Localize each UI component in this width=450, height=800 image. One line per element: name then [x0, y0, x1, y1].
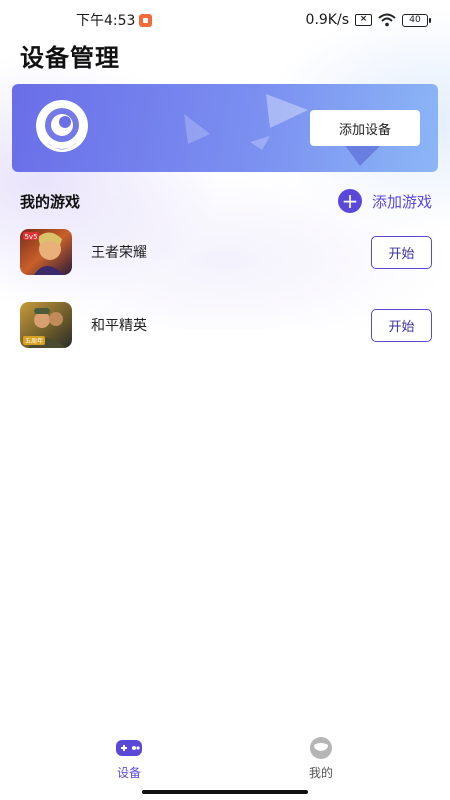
tab-devices-label: 设备: [116, 766, 141, 780]
device-banner: 添加设备: [12, 84, 438, 172]
add-device-button[interactable]: 添加设备: [310, 110, 420, 146]
add-game-button[interactable]: + 添加游戏: [337, 189, 432, 213]
screen-record-icon: [139, 13, 153, 27]
device-logo-icon: [36, 100, 88, 152]
game-name: 和平精英: [91, 318, 147, 334]
tab-devices[interactable]: 设备: [89, 736, 169, 781]
status-bar: 下午4:53 0.9K/s × 40: [0, 0, 450, 40]
svg-text:五周年: 五周年: [25, 337, 43, 345]
status-right: 0.9K/s × 40: [305, 12, 431, 28]
section-title: 我的游戏: [20, 192, 81, 211]
bottom-nav: 设备 我的: [0, 736, 450, 784]
status-time: 下午4:53: [76, 13, 136, 29]
network-speed: 0.9K/s: [305, 12, 349, 28]
home-indicator[interactable]: [142, 790, 308, 794]
add-game-label: 添加游戏: [371, 192, 432, 211]
list-item[interactable]: 5v5 王者荣耀 开始: [20, 229, 432, 275]
wifi-icon: [378, 13, 396, 27]
start-button[interactable]: 开始: [371, 308, 432, 342]
game-for-peace-icon: 五周年: [20, 302, 72, 348]
decor-triangle-icon: [266, 94, 308, 128]
status-left: 下午4:53: [76, 10, 153, 30]
honor-of-kings-icon: 5v5: [20, 229, 72, 275]
games-section-header: 我的游戏 + 添加游戏: [20, 188, 432, 214]
game-name: 王者荣耀: [91, 245, 147, 261]
battery-icon: 40: [402, 13, 431, 27]
tab-mine[interactable]: 我的: [281, 736, 361, 781]
decor-triangle-icon: [184, 114, 210, 144]
no-sim-icon: ×: [355, 14, 372, 26]
svg-text:5v5: 5v5: [24, 233, 37, 241]
page-title: 设备管理: [20, 44, 120, 72]
tab-mine-label: 我的: [308, 766, 333, 780]
gamepad-icon: [116, 740, 142, 756]
start-button[interactable]: 开始: [371, 235, 432, 269]
plus-icon: +: [337, 189, 362, 213]
list-item[interactable]: 五周年 和平精英 开始: [20, 302, 432, 348]
decor-triangle-icon: [250, 136, 270, 150]
profile-icon: [310, 737, 332, 759]
